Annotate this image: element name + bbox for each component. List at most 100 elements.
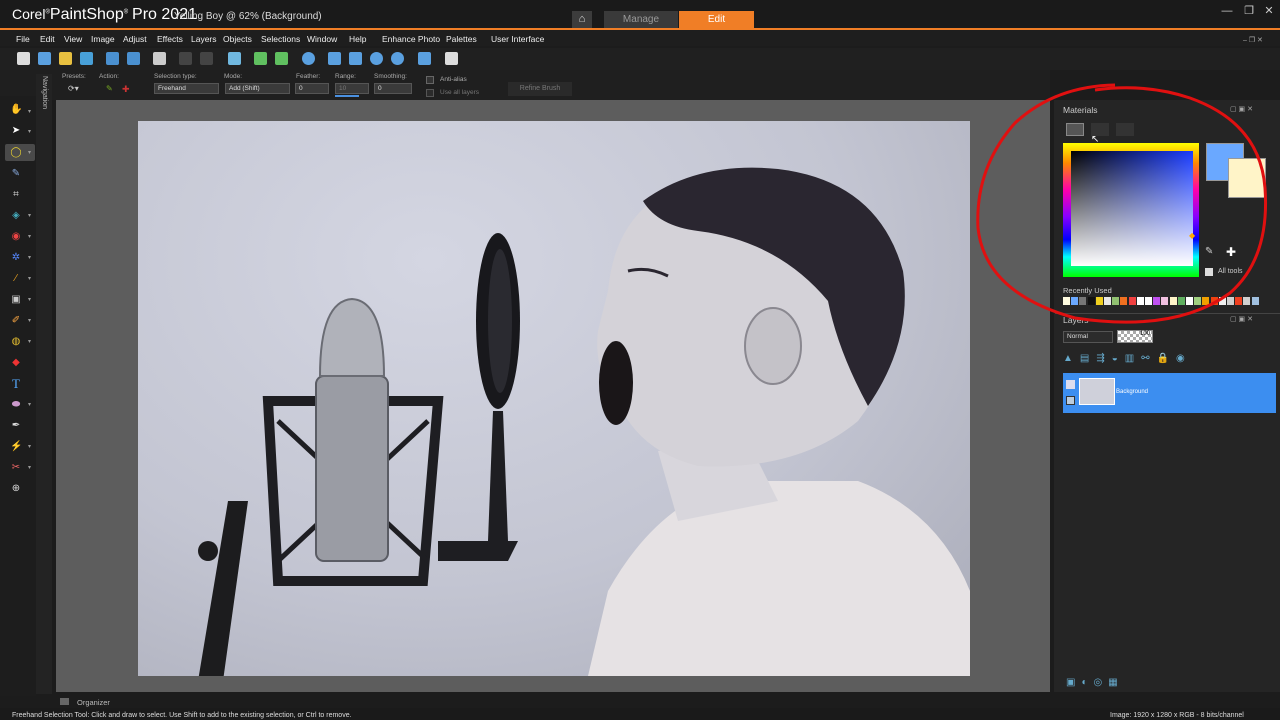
actual-size-icon[interactable] — [349, 52, 362, 65]
navigation-label[interactable]: Navigation — [40, 76, 48, 116]
menu-image[interactable]: Image — [91, 34, 115, 44]
fill-tool-icon[interactable]: ◆ — [10, 357, 22, 369]
menu-adjust[interactable]: Adjust — [123, 34, 147, 44]
clipboard-icon[interactable] — [445, 52, 458, 65]
pan-tool-icon[interactable]: ✋ — [10, 104, 22, 116]
redo-disabled-icon[interactable] — [200, 52, 213, 65]
menu-view[interactable]: View — [64, 34, 82, 44]
home-tab[interactable]: ⌂ — [572, 11, 592, 28]
screen-capture-icon[interactable] — [228, 52, 241, 65]
selection-type-dropdown[interactable]: Freehand — [154, 83, 219, 94]
range-slider-track[interactable] — [335, 95, 359, 97]
menu-objects[interactable]: Objects — [223, 34, 252, 44]
menu-enhance-photo[interactable]: Enhance Photo — [382, 34, 440, 44]
add-selection-icon[interactable]: ✎ — [106, 84, 113, 93]
home-icon: ⌂ — [578, 13, 586, 25]
redo-icon[interactable] — [275, 52, 288, 65]
visibility-icon[interactable] — [1066, 380, 1075, 389]
pick-tool-icon[interactable]: ➤ — [10, 125, 22, 137]
menu-selections[interactable]: Selections — [261, 34, 300, 44]
use-all-layers-checkbox[interactable] — [426, 89, 434, 97]
smoothing-label: Smoothing: — [374, 73, 407, 80]
clone-tool-icon[interactable]: ✲ — [10, 252, 22, 264]
undo-disabled-icon[interactable] — [179, 52, 192, 65]
zoom-out-icon[interactable] — [370, 52, 383, 65]
layer-command-icons[interactable]: ▲▤⇶◒▥⚯🔒◉ — [1063, 353, 1223, 369]
document-title: Yelling Boy @ 62% (Background) — [174, 11, 322, 22]
antialias-label: Anti-alias — [440, 76, 467, 83]
straighten-tool-icon[interactable]: ◈ — [10, 210, 22, 222]
photo-illustration — [198, 167, 970, 676]
text-tool-icon[interactable]: T — [10, 377, 22, 390]
menu-effects[interactable]: Effects — [157, 34, 183, 44]
tool-flyout-icon[interactable]: ▾ — [28, 464, 31, 471]
tool-flyout-icon[interactable]: ▾ — [28, 317, 31, 324]
browse-icon[interactable] — [80, 52, 93, 65]
tool-flyout-icon[interactable]: ▾ — [28, 212, 31, 219]
layer-thumbnail — [1079, 378, 1115, 405]
scratch-remover-icon[interactable]: ✂ — [10, 462, 22, 474]
pen-tool-icon[interactable]: ✒ — [10, 420, 22, 432]
eraser-tool-icon[interactable]: ✐ — [10, 315, 22, 327]
menu-file[interactable]: File — [16, 34, 30, 44]
tool-flyout-icon[interactable]: ▾ — [28, 338, 31, 345]
document-image[interactable] — [138, 121, 970, 676]
menu-layers[interactable]: Layers — [191, 34, 217, 44]
refine-brush-button[interactable]: Refine Brush — [508, 82, 572, 96]
antialias-checkbox[interactable] — [426, 76, 434, 84]
crop-tool-icon[interactable]: ⌗ — [10, 189, 22, 201]
remove-selection-icon[interactable]: ✚ — [122, 84, 130, 95]
undo-icon[interactable] — [254, 52, 267, 65]
save-icon[interactable] — [106, 52, 119, 65]
add-tool-icon[interactable]: ⊕ — [10, 483, 22, 495]
restore-button[interactable]: ❐ — [1240, 4, 1258, 18]
dropper-tool-icon[interactable]: ✎ — [10, 168, 22, 180]
menu-help[interactable]: Help — [349, 34, 366, 44]
presets-dropdown-icon[interactable]: ⟳▾ — [68, 84, 79, 93]
tab-manage[interactable]: Manage — [604, 11, 678, 28]
save-as-icon[interactable] — [127, 52, 140, 65]
close-button[interactable]: ✕ — [1260, 4, 1278, 18]
menu-user-interface[interactable]: User Interface — [491, 34, 544, 44]
tool-flyout-icon[interactable]: ▾ — [28, 233, 31, 240]
new-file-icon[interactable] — [17, 52, 30, 65]
tool-flyout-icon[interactable]: ▾ — [28, 401, 31, 408]
smudge-tool-icon[interactable]: ◍ — [10, 336, 22, 348]
info-icon[interactable] — [302, 52, 315, 65]
standard-toolbar — [0, 48, 1280, 70]
menu-window[interactable]: Window — [307, 34, 337, 44]
smoothing-input[interactable]: 0 — [374, 83, 412, 94]
tool-flyout-icon[interactable]: ▾ — [28, 275, 31, 282]
fit-window-icon[interactable] — [328, 52, 341, 65]
range-input[interactable]: 10 — [335, 83, 369, 94]
doc-window-controls[interactable]: – ❐ ✕ — [1243, 36, 1263, 44]
tool-flyout-icon[interactable]: ▾ — [28, 443, 31, 450]
mode-dropdown[interactable]: Add (Shift) — [225, 83, 290, 94]
new-from-template-icon[interactable] — [38, 52, 51, 65]
zoom-in-icon[interactable] — [391, 52, 404, 65]
red-eye-tool-icon[interactable]: ◉ — [10, 231, 22, 243]
feather-input[interactable]: 0 — [295, 83, 329, 94]
tab-edit[interactable]: Edit — [679, 11, 754, 28]
tool-flyout-icon[interactable]: ▾ — [28, 296, 31, 303]
menu-palettes[interactable]: Palettes — [446, 34, 477, 44]
open-folder-icon[interactable] — [59, 52, 72, 65]
action-label: Action: — [99, 73, 119, 80]
tool-flyout-icon[interactable]: ▾ — [28, 149, 31, 156]
tool-flyout-icon[interactable]: ▾ — [28, 108, 31, 115]
minimize-button[interactable]: — — [1218, 4, 1236, 18]
dodge-tool-icon[interactable]: ▣ — [10, 294, 22, 306]
full-screen-icon[interactable] — [418, 52, 431, 65]
tool-flyout-icon[interactable]: ▾ — [28, 254, 31, 261]
range-label: Range: — [335, 73, 356, 80]
lasso-icon: ◯ — [10, 147, 22, 158]
warp-brush-icon[interactable]: ⚡ — [10, 441, 22, 453]
organizer-tab[interactable]: Organizer — [56, 696, 176, 708]
menu-edit[interactable]: Edit — [40, 34, 55, 44]
layers-bottom-icons[interactable]: ▣◐◎▦ — [1066, 677, 1266, 691]
tool-flyout-icon[interactable]: ▾ — [28, 128, 31, 135]
ellipse-tool-icon[interactable]: ⬬ — [10, 399, 22, 411]
print-icon[interactable] — [153, 52, 166, 65]
paint-brush-icon[interactable]: ∕ — [10, 273, 22, 285]
annotation-circle — [976, 83, 1268, 324]
